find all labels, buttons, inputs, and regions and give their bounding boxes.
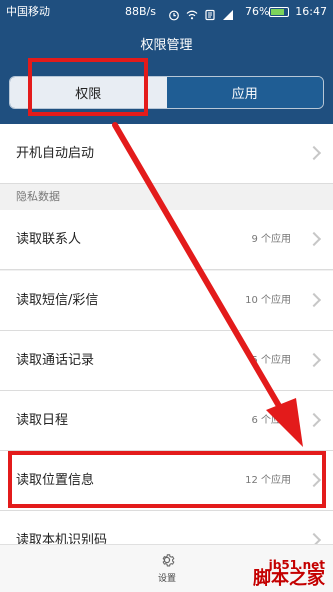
chevron-right-icon xyxy=(306,145,322,161)
battery-icon xyxy=(269,7,289,17)
watermark: jb51.net 脚本之家 xyxy=(253,558,325,589)
gear-icon xyxy=(153,551,181,569)
list-item-calendar[interactable]: 读取日程 6 个应用 xyxy=(0,391,333,451)
net-speed: 88B/s xyxy=(125,5,156,18)
clock: 16:47 xyxy=(295,5,327,18)
list-item-count: 6 个应用 xyxy=(251,415,291,426)
settings-button[interactable]: 设置 xyxy=(153,551,181,584)
list-item-label: 开机自动启动 xyxy=(16,146,95,161)
status-icons xyxy=(168,0,234,24)
chevron-right-icon xyxy=(306,292,322,308)
wifi-icon xyxy=(186,6,198,20)
chevron-right-icon xyxy=(306,352,322,368)
list-item-contacts[interactable]: 读取联系人 9 个应用 xyxy=(0,210,333,270)
tab-apps[interactable]: 应用 xyxy=(166,77,323,108)
alarm-icon xyxy=(168,6,180,21)
list-item-sms-mms[interactable]: 读取短信/彩信 10 个应用 xyxy=(0,271,333,331)
signal-icon xyxy=(222,6,234,20)
battery-percent: 76% xyxy=(245,5,270,18)
annotation-box-permissions-tab xyxy=(28,58,148,116)
chevron-right-icon xyxy=(306,412,322,428)
list-item-call-log[interactable]: 读取通话记录 5 个应用 xyxy=(0,331,333,391)
section-header-privacy: 隐私数据 xyxy=(0,184,333,210)
annotation-box-location xyxy=(8,451,326,508)
watermark-name: 脚本之家 xyxy=(253,568,325,589)
list-item-label: 读取通话记录 xyxy=(16,353,95,368)
list-item-count: 5 个应用 xyxy=(251,355,291,366)
list-item-count: 9 个应用 xyxy=(251,234,291,245)
list-item-auto-start[interactable]: 开机自动启动 xyxy=(0,124,333,184)
list-item-label: 读取日程 xyxy=(16,413,69,428)
chevron-right-icon xyxy=(306,231,322,247)
sim-icon xyxy=(204,6,216,21)
list-item-label: 读取短信/彩信 xyxy=(16,293,99,308)
page-title: 权限管理 xyxy=(140,38,193,53)
settings-label: 设置 xyxy=(157,574,176,584)
status-bar: 中国移动 88B/s 76% 16:47 xyxy=(0,0,333,24)
list-item-count: 10 个应用 xyxy=(245,295,291,306)
carrier: 中国移动 xyxy=(6,5,50,18)
list-item-label: 读取联系人 xyxy=(16,232,82,247)
